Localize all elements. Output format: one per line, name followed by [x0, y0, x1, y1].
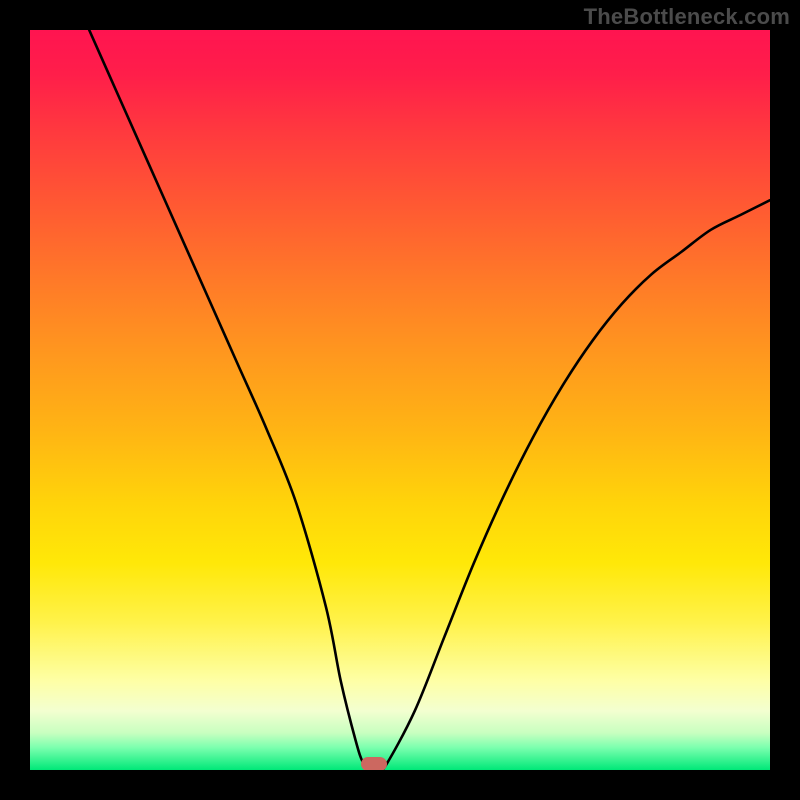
optimal-marker: [361, 757, 387, 770]
plot-area: [30, 30, 770, 770]
chart-frame: TheBottleneck.com: [0, 0, 800, 800]
bottleneck-curve-path: [89, 30, 770, 770]
curve-svg: [30, 30, 770, 770]
watermark-text: TheBottleneck.com: [584, 4, 790, 30]
